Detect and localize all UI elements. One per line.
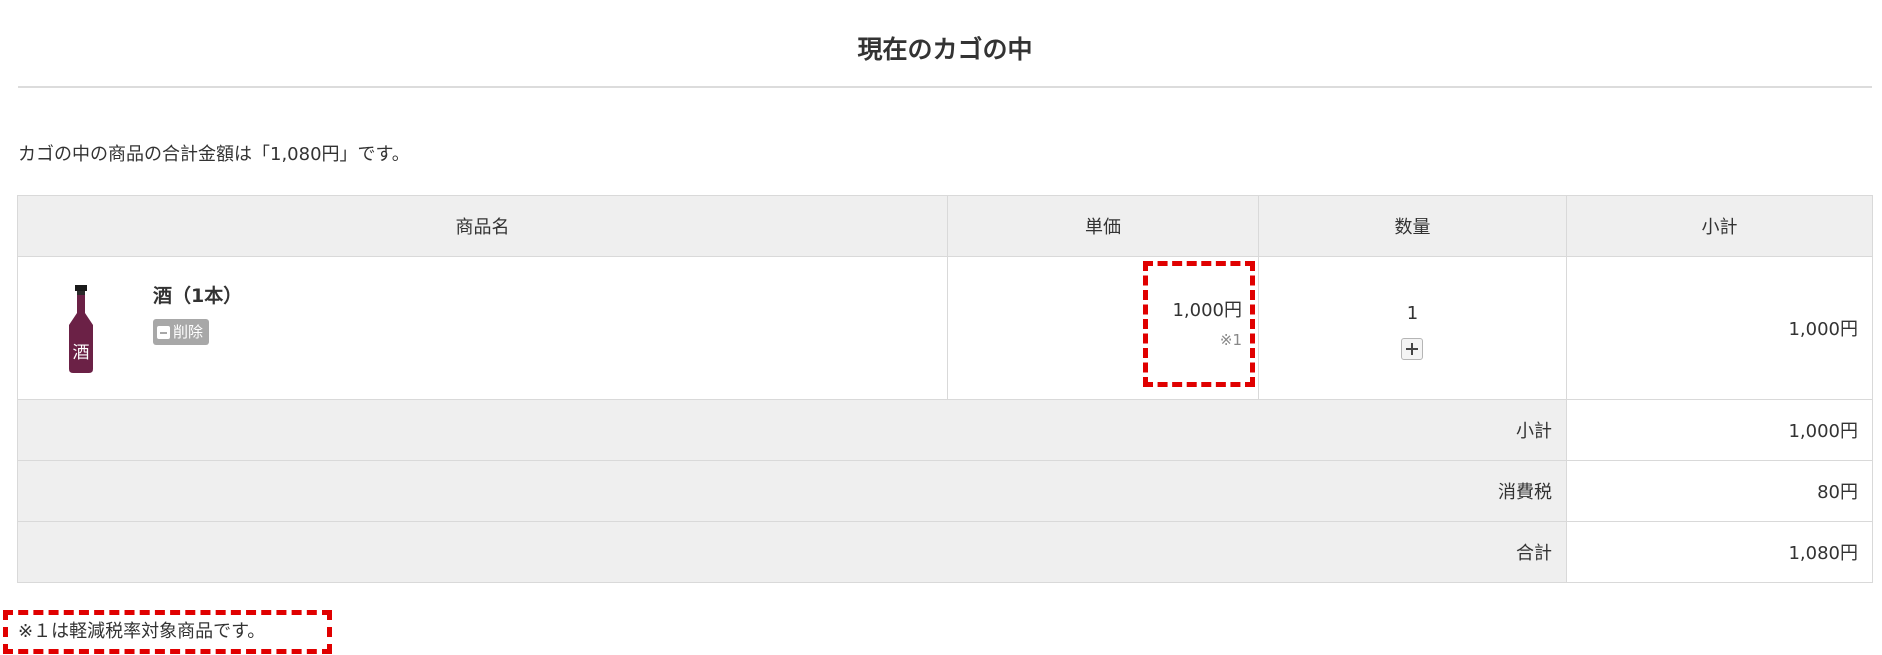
minus-square-icon bbox=[157, 325, 170, 339]
total-value: 1,080円 bbox=[1566, 521, 1873, 583]
unit-price: 1,000円 bbox=[1172, 300, 1242, 321]
cart-table: 商品名 単価 数量 小計 酒 酒（1本） 削除 1,000円 ※1 1 1,00… bbox=[17, 195, 1873, 583]
product-cell: 酒 酒（1本） 削除 bbox=[17, 256, 948, 400]
title-divider bbox=[18, 86, 1872, 88]
subtotal-label: 小計 bbox=[17, 399, 1567, 461]
header-product-name: 商品名 bbox=[17, 195, 948, 257]
tax-value: 80円 bbox=[1566, 460, 1873, 522]
subtotal-row: 小計 1,000円 bbox=[17, 399, 1873, 461]
reduced-tax-marker: ※1 bbox=[1219, 331, 1242, 349]
item-subtotal: 1,000円 bbox=[1566, 256, 1873, 400]
page-title: 現在のカゴの中 bbox=[857, 35, 1033, 64]
unit-price-cell: 1,000円 ※1 bbox=[947, 256, 1259, 400]
total-label: 合計 bbox=[17, 521, 1567, 583]
tax-label: 消費税 bbox=[17, 460, 1567, 522]
total-row: 合計 1,080円 bbox=[17, 521, 1873, 583]
header-quantity: 数量 bbox=[1258, 195, 1567, 257]
product-name[interactable]: 酒（1本） bbox=[153, 281, 242, 311]
reduced-tax-footnote: ※１は軽減税率対象商品です。 bbox=[18, 621, 266, 642]
sake-bottle-icon[interactable]: 酒 bbox=[60, 285, 102, 375]
bottle-label: 酒 bbox=[73, 343, 90, 363]
subtotal-value: 1,000円 bbox=[1566, 399, 1873, 461]
quantity-cell: 1 bbox=[1258, 256, 1567, 400]
plus-square-icon[interactable] bbox=[1400, 338, 1423, 360]
quantity-value: 1 bbox=[1406, 303, 1419, 324]
header-subtotal: 小計 bbox=[1566, 195, 1873, 257]
delete-button[interactable]: 削除 bbox=[153, 319, 210, 345]
cart-total-summary: カゴの中の商品の合計金額は「1,080円」です。 bbox=[18, 144, 410, 165]
header-unit-price: 単価 bbox=[947, 195, 1259, 257]
tax-row: 消費税 80円 bbox=[17, 460, 1873, 522]
table-row: 酒 酒（1本） 削除 1,000円 ※1 1 1,000円 bbox=[17, 256, 1873, 400]
cart-table-header: 商品名 単価 数量 小計 bbox=[17, 195, 1873, 257]
delete-button-label: 削除 bbox=[173, 323, 204, 341]
